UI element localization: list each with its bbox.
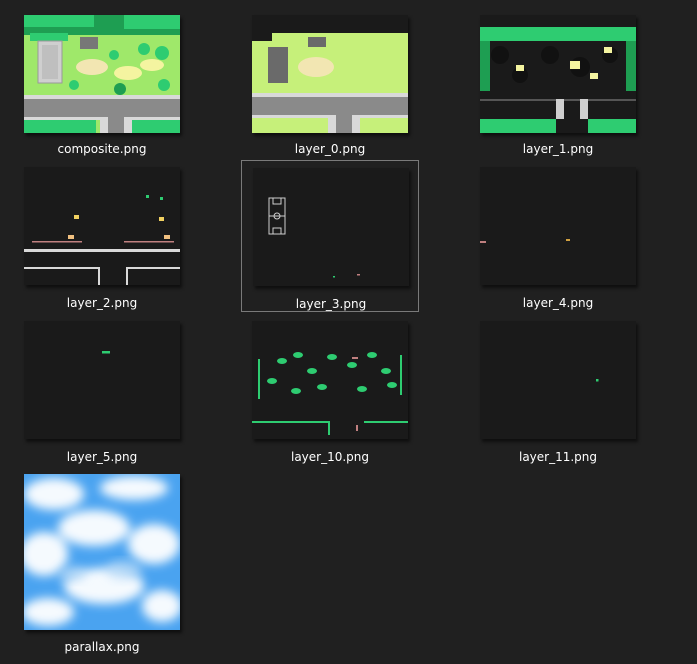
file-tile-composite[interactable]: composite.png: [13, 8, 191, 158]
file-tile-layer-5[interactable]: layer_5.png: [13, 314, 191, 466]
file-tile-parallax[interactable]: parallax.png: [13, 467, 191, 657]
file-name: layer_0.png: [294, 142, 366, 156]
layer-10-thumbnail: [252, 321, 408, 439]
file-tile-layer-0[interactable]: layer_0.png: [241, 8, 419, 158]
file-tile-layer-10[interactable]: layer_10.png: [241, 314, 419, 466]
file-name: layer_5.png: [66, 450, 138, 464]
file-tile-layer-3[interactable]: layer_3.png: [241, 160, 419, 312]
file-name: composite.png: [57, 142, 147, 156]
file-name: layer_2.png: [66, 296, 138, 310]
layer-2-thumbnail: [24, 167, 180, 285]
file-name: layer_1.png: [522, 142, 594, 156]
file-tile-layer-11[interactable]: layer_11.png: [469, 314, 647, 466]
layer-3-thumbnail: [253, 168, 409, 286]
file-tile-layer-1[interactable]: layer_1.png: [469, 8, 647, 158]
file-name: layer_3.png: [295, 297, 367, 311]
layer-4-thumbnail: [480, 167, 636, 285]
file-name: layer_4.png: [522, 296, 594, 310]
file-name: layer_10.png: [290, 450, 370, 464]
layer-11-thumbnail: [480, 321, 636, 439]
file-tile-layer-4[interactable]: layer_4.png: [469, 160, 647, 312]
layer-5-thumbnail: [24, 321, 180, 439]
parallax-thumbnail: [24, 474, 180, 630]
layer-1-thumbnail: [480, 15, 636, 133]
file-name: layer_11.png: [518, 450, 598, 464]
file-name: parallax.png: [64, 640, 140, 654]
layer-0-thumbnail: [252, 15, 408, 133]
composite-thumbnail: [24, 15, 180, 133]
file-tile-layer-2[interactable]: layer_2.png: [13, 160, 191, 312]
